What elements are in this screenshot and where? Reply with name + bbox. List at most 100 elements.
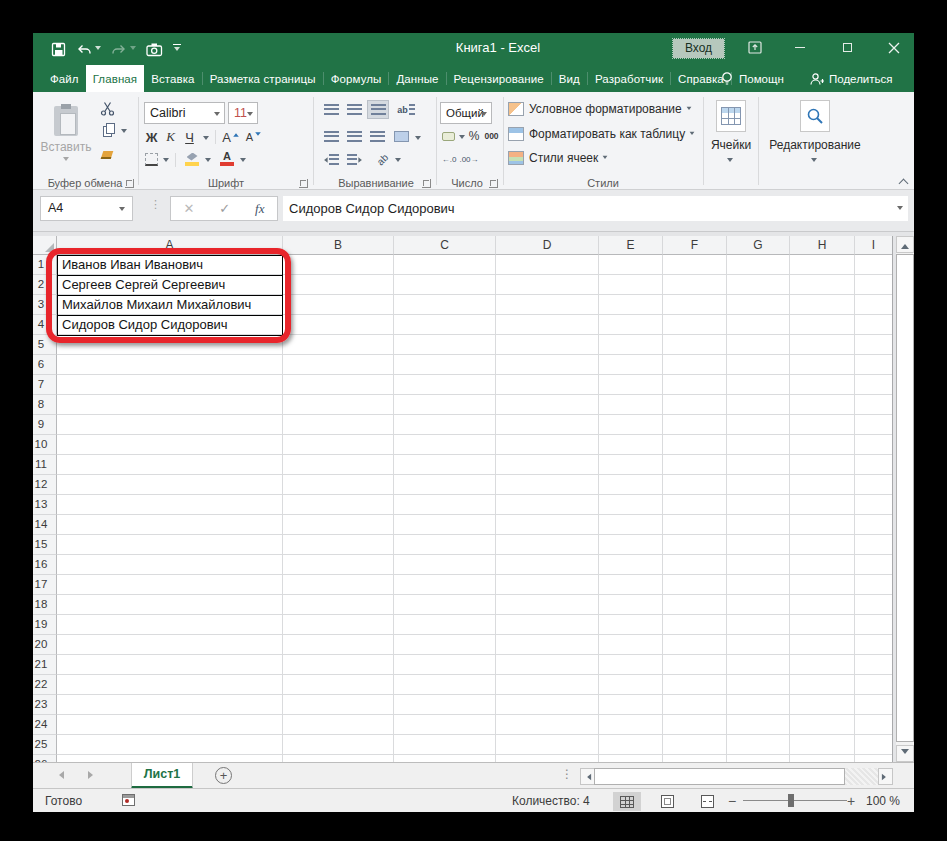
cells-button[interactable] — [716, 100, 746, 132]
maximize-button[interactable] — [832, 33, 862, 62]
editing-group-button-label[interactable]: Редактирование — [769, 138, 860, 152]
column-header-E[interactable]: E — [599, 236, 663, 255]
vertical-scrollbar[interactable] — [896, 236, 914, 762]
ribbon-tab-1[interactable]: Файл — [43, 65, 86, 92]
align-middle-button[interactable] — [344, 101, 364, 118]
expand-formula-bar-icon[interactable] — [897, 206, 903, 213]
redo-button[interactable] — [111, 42, 136, 57]
format-as-table-button[interactable]: Форматировать как таблицу — [508, 126, 695, 142]
grow-font-button[interactable]: А — [222, 128, 240, 146]
undo-button[interactable] — [76, 42, 101, 57]
next-sheet-arrow[interactable] — [88, 771, 97, 779]
column-header-B[interactable]: B — [283, 236, 394, 255]
percent-style-button[interactable]: % — [467, 127, 481, 144]
camera-icon[interactable] — [146, 42, 163, 57]
paste-button[interactable]: Вставить — [40, 100, 92, 170]
insert-function-icon[interactable]: fx — [255, 201, 264, 217]
name-box[interactable]: A4 — [40, 196, 133, 221]
ribbon-tab-2[interactable]: Главная — [86, 65, 144, 92]
vertical-scroll-thumb[interactable] — [896, 254, 914, 742]
page-layout-view-button[interactable] — [653, 792, 681, 811]
ribbon-tab-6[interactable]: Данные — [389, 65, 445, 92]
row-header-22[interactable]: 22 — [33, 675, 57, 695]
share-button[interactable]: Поделиться — [809, 65, 893, 92]
ribbon-tab-9[interactable]: Разработчик — [588, 65, 670, 92]
underline-button[interactable]: Ч — [182, 128, 197, 146]
increase-decimal-button[interactable]: ←.0 — [440, 151, 458, 167]
find-select-button[interactable] — [800, 100, 830, 132]
ribbon-tab-3[interactable]: Вставка — [144, 65, 201, 92]
horizontal-scroll-thumb[interactable] — [594, 768, 845, 785]
format-painter-button[interactable] — [96, 146, 118, 163]
font-name-combo[interactable]: Calibri — [144, 102, 225, 124]
conditional-formatting-button[interactable]: Условное форматирование — [508, 101, 692, 117]
number-dialog-launcher[interactable] — [489, 179, 498, 188]
alignment-dialog-launcher[interactable] — [422, 179, 431, 188]
align-left-button[interactable] — [321, 128, 341, 145]
scroll-right-arrow[interactable] — [878, 768, 893, 785]
row-header-7[interactable]: 7 — [33, 375, 57, 395]
macro-record-icon[interactable] — [122, 794, 135, 806]
cells-group-button-label[interactable]: Ячейки — [711, 138, 751, 152]
prev-sheet-arrow[interactable] — [55, 771, 64, 779]
row-header-8[interactable]: 8 — [33, 395, 57, 415]
comma-style-button[interactable]: 000 — [481, 127, 502, 144]
row-header-24[interactable]: 24 — [33, 715, 57, 735]
decrease-indent-button[interactable] — [321, 151, 341, 168]
column-header-C[interactable]: C — [394, 236, 496, 255]
row-header-26[interactable]: 26 — [33, 755, 57, 762]
row-header-9[interactable]: 9 — [33, 415, 57, 435]
accounting-format-button[interactable] — [440, 128, 457, 144]
save-icon[interactable] — [51, 42, 66, 57]
row-header-10[interactable]: 10 — [33, 435, 57, 455]
increase-indent-button[interactable] — [345, 151, 365, 168]
fill-color-button[interactable] — [183, 151, 201, 167]
zoom-in-button[interactable]: + — [847, 793, 855, 809]
font-size-combo[interactable]: 11 — [228, 102, 258, 124]
copy-button[interactable] — [96, 123, 118, 140]
font-dialog-launcher[interactable] — [299, 179, 308, 188]
minimize-button[interactable] — [785, 33, 815, 62]
merge-center-button[interactable] — [391, 128, 411, 145]
row-header-23[interactable]: 23 — [33, 695, 57, 715]
align-right-button[interactable] — [367, 128, 387, 145]
normal-view-button[interactable] — [613, 792, 641, 811]
scroll-up-arrow[interactable] — [896, 236, 914, 253]
help-tab[interactable]: Помощн — [721, 65, 784, 92]
cell-styles-button[interactable]: Стили ячеек — [508, 150, 608, 166]
row-header-25[interactable]: 25 — [33, 735, 57, 755]
zoom-level[interactable]: 100 % — [866, 794, 900, 808]
ribbon-tab-8[interactable]: Вид — [552, 65, 587, 92]
align-center-button[interactable] — [344, 128, 364, 145]
column-header-I[interactable]: I — [855, 236, 893, 255]
row-header-16[interactable]: 16 — [33, 555, 57, 575]
column-header-D[interactable]: D — [496, 236, 599, 255]
zoom-out-button[interactable]: − — [728, 793, 736, 809]
ribbon-tab-7[interactable]: Рецензирование — [447, 65, 551, 92]
cut-button[interactable] — [96, 99, 118, 117]
customize-qat-icon[interactable] — [173, 44, 181, 54]
font-color-button[interactable]: А — [219, 151, 235, 167]
page-break-view-button[interactable] — [693, 792, 721, 811]
column-header-G[interactable]: G — [727, 236, 790, 255]
collapse-ribbon-button[interactable] — [900, 178, 909, 187]
row-header-6[interactable]: 6 — [33, 355, 57, 375]
zoom-slider-thumb[interactable] — [788, 794, 794, 807]
scroll-left-arrow[interactable] — [580, 768, 595, 785]
wrap-text-button[interactable]: ab — [395, 101, 417, 118]
close-button[interactable] — [879, 33, 909, 62]
cancel-icon[interactable]: ✕ — [183, 201, 194, 216]
italic-button[interactable]: К — [163, 128, 178, 146]
row-header-20[interactable]: 20 — [33, 635, 57, 655]
row-header-14[interactable]: 14 — [33, 515, 57, 535]
bold-button[interactable]: Ж — [143, 128, 160, 146]
clipboard-dialog-launcher[interactable] — [125, 179, 134, 188]
zoom-slider-track[interactable] — [743, 800, 847, 801]
sheet-tab[interactable]: Лист1 — [131, 763, 193, 789]
row-header-11[interactable]: 11 — [33, 455, 57, 475]
align-bottom-button[interactable] — [367, 100, 389, 119]
orientation-button[interactable]: ab — [373, 151, 393, 168]
align-top-button[interactable] — [321, 101, 341, 118]
decrease-decimal-button[interactable]: .00→ — [460, 151, 478, 167]
namebox-splitter[interactable]: ⋮ — [150, 198, 161, 211]
